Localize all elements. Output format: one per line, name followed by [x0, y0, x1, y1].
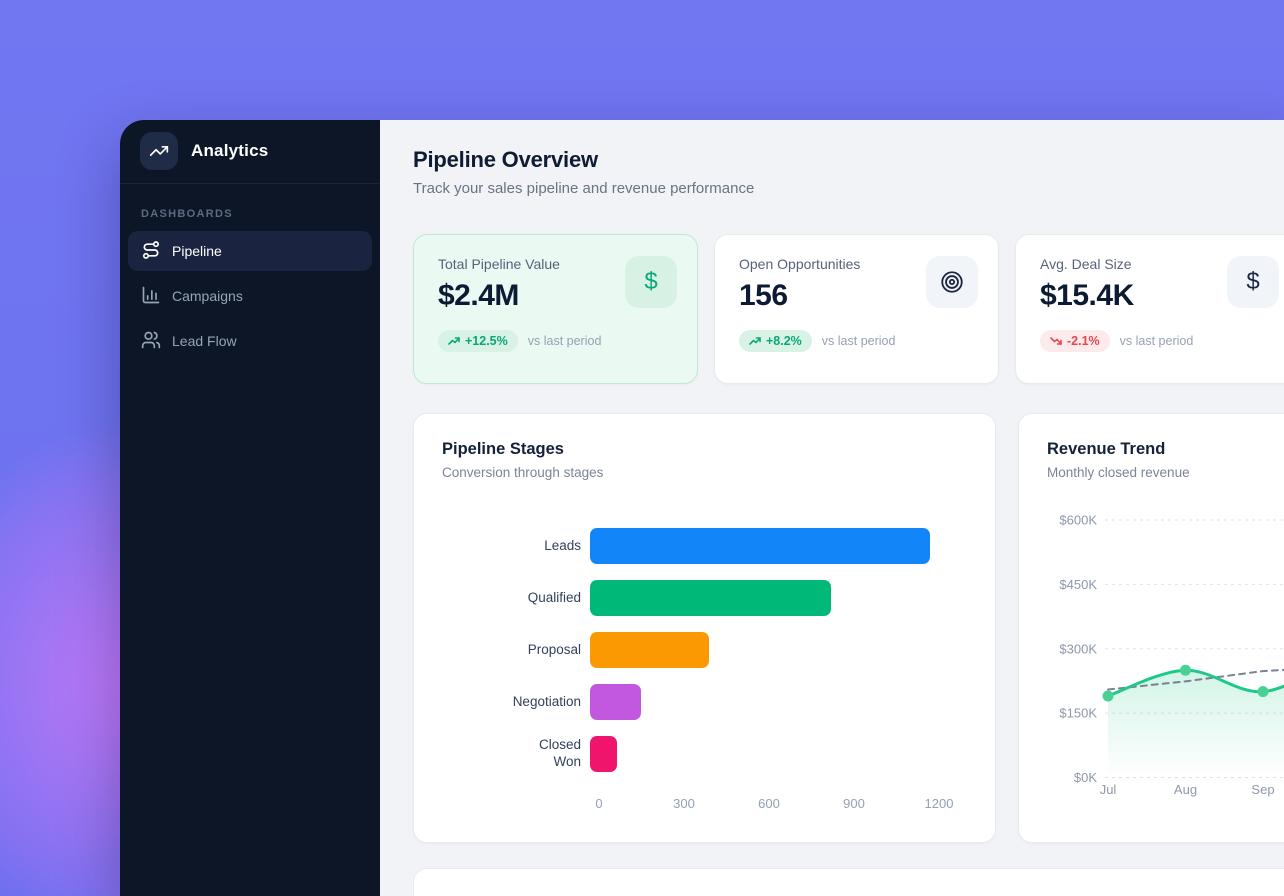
chart-subtitle: Conversion through stages	[442, 465, 967, 480]
bar-leads[interactable]	[590, 528, 930, 564]
sidebar-item-label: Pipeline	[172, 243, 222, 259]
dollar-icon: $	[625, 256, 677, 308]
change-badge: -2.1%	[1040, 330, 1110, 352]
nav-section-label: DASHBOARDS	[141, 208, 380, 220]
sidebar-item-label: Campaigns	[172, 288, 243, 304]
x-axis-tick: Jul	[1100, 782, 1117, 797]
revenue-trend-card: Revenue Trend Monthly closed revenue $60…	[1018, 413, 1284, 843]
trending-down-icon	[1050, 335, 1062, 347]
bar-chart: Leads Qualified Proposal Negotiation Closed …	[442, 520, 967, 780]
change-badge: +8.2%	[739, 330, 812, 352]
bar-category-label: Proposal	[442, 642, 590, 659]
sidebar-item-pipeline[interactable]: Pipeline	[128, 231, 372, 271]
y-axis-tick: $300K	[1059, 641, 1097, 656]
bar-category-label: Leads	[442, 538, 590, 555]
x-axis-tick: 900	[843, 796, 865, 811]
bar-row: Negotiation	[442, 676, 967, 728]
target-icon	[926, 256, 978, 308]
compare-label: vs last period	[528, 334, 602, 348]
trending-up-icon	[448, 335, 460, 347]
bar-category-label: Qualified	[442, 590, 590, 607]
y-axis-tick: $0K	[1074, 770, 1097, 785]
charts-row: Pipeline Stages Conversion through stage…	[413, 413, 1284, 843]
bar-chart-icon	[141, 285, 161, 308]
data-point-aug[interactable]	[1180, 665, 1191, 676]
data-point-sep[interactable]	[1258, 686, 1269, 697]
desktop-background: Analytics DASHBOARDS Pipeline	[0, 0, 1284, 896]
compare-label: vs last period	[1120, 334, 1194, 348]
revenue-area-fill	[1108, 657, 1284, 777]
line-chart: $600K $450K $300K $150K $0KJul Aug Sep	[1019, 414, 1284, 843]
page-subtitle: Track your sales pipeline and revenue pe…	[413, 180, 1284, 197]
bar-category-label: Negotiation	[442, 694, 590, 711]
route-icon	[141, 240, 161, 263]
stat-card-total-pipeline-value: Total Pipeline Value $2.4M +12.5% vs las…	[413, 234, 698, 384]
x-axis-tick: 1200	[925, 796, 954, 811]
dollar-icon: $	[1227, 256, 1279, 308]
bar-closed-won[interactable]	[590, 736, 617, 772]
bar-proposal[interactable]	[590, 632, 709, 668]
bar-row: Qualified	[442, 572, 967, 624]
bottom-card-partially-visible	[413, 868, 1284, 896]
sidebar-item-label: Lead Flow	[172, 333, 237, 349]
x-axis-tick: Aug	[1174, 782, 1197, 797]
trending-up-logo-icon	[140, 132, 178, 170]
stat-card-open-opportunities: Open Opportunities 156 +8.2% vs last per…	[714, 234, 999, 384]
bar-negotiation[interactable]	[590, 684, 641, 720]
sidebar-item-campaigns[interactable]: Campaigns	[128, 276, 372, 316]
x-axis-tick: 300	[673, 796, 695, 811]
stats-row: Total Pipeline Value $2.4M +12.5% vs las…	[413, 234, 1284, 384]
bar-qualified[interactable]	[590, 580, 831, 616]
change-badge: +12.5%	[438, 330, 518, 352]
sidebar-header: Analytics	[120, 120, 380, 184]
chart-title: Pipeline Stages	[442, 440, 967, 459]
y-axis-tick: $450K	[1059, 577, 1097, 592]
main-content: Pipeline Overview Track your sales pipel…	[380, 120, 1284, 896]
stat-card-avg-deal-size: Avg. Deal Size $15.4K -2.1% vs last peri…	[1015, 234, 1284, 384]
x-axis-tick: 0	[595, 796, 602, 811]
bar-row: Proposal	[442, 624, 967, 676]
x-axis-tick: 600	[758, 796, 780, 811]
pipeline-stages-card: Pipeline Stages Conversion through stage…	[413, 413, 996, 843]
x-axis-tick: Sep	[1251, 782, 1274, 797]
trending-up-icon	[749, 335, 761, 347]
page-title: Pipeline Overview	[413, 147, 1284, 173]
y-axis-tick: $150K	[1059, 706, 1097, 721]
sidebar-item-lead-flow[interactable]: Lead Flow	[128, 321, 372, 361]
bar-row: Closed Won	[442, 728, 967, 780]
compare-label: vs last period	[822, 334, 896, 348]
bar-chart-x-axis: 0 300 600 900 1200	[442, 796, 967, 816]
data-point-jul[interactable]	[1103, 690, 1114, 701]
bar-row: Leads	[442, 520, 967, 572]
y-axis-tick: $600K	[1059, 513, 1097, 528]
app-title: Analytics	[191, 141, 268, 161]
users-icon	[141, 330, 161, 353]
sidebar: Analytics DASHBOARDS Pipeline	[120, 120, 380, 896]
sidebar-nav: Pipeline Campaigns	[120, 231, 380, 361]
bar-category-label: Closed Won	[442, 737, 590, 771]
app-window: Analytics DASHBOARDS Pipeline	[120, 120, 1284, 896]
